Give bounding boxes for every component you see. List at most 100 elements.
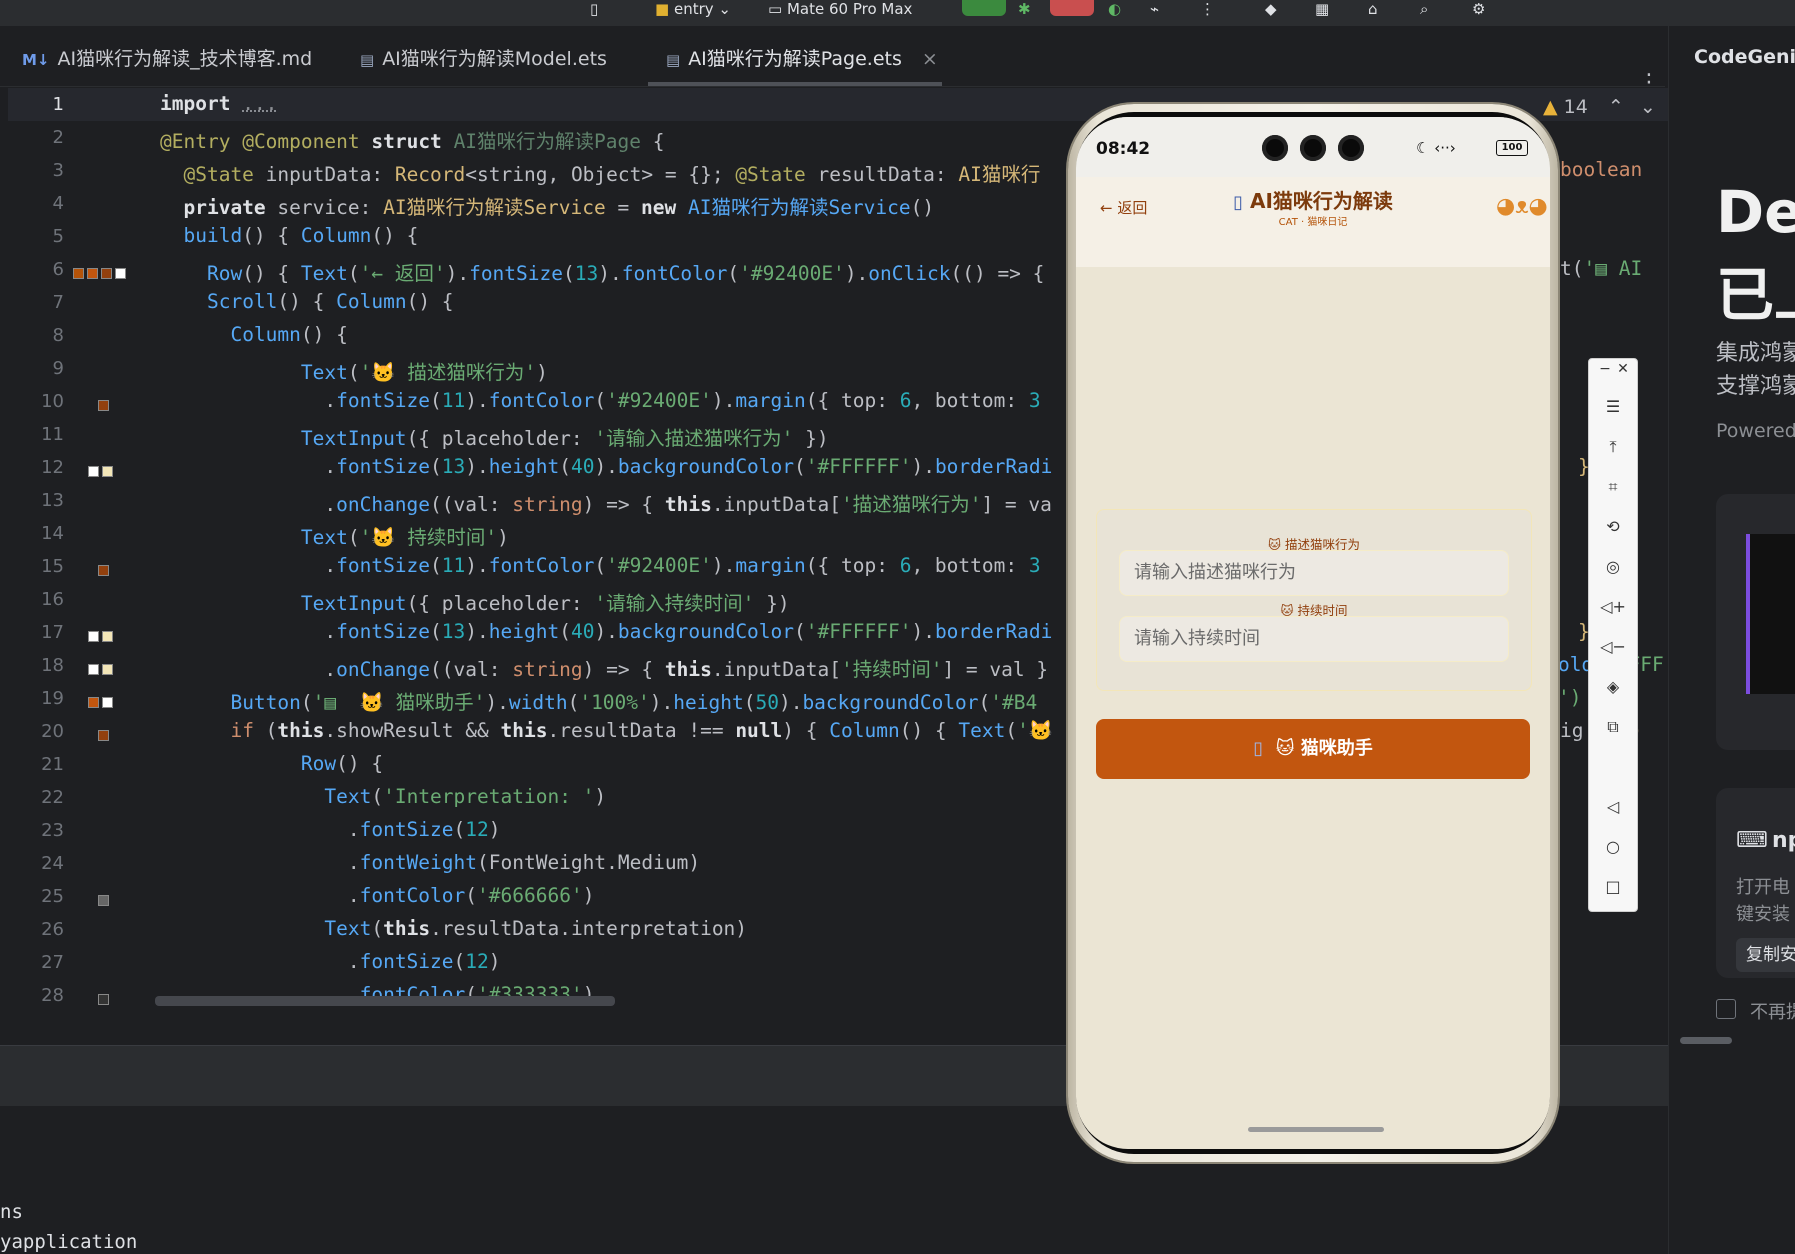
color-swatch-icon[interactable]: [98, 561, 112, 576]
camera-icon: [1338, 135, 1364, 161]
code-line-25: .fontColor('#666666'): [160, 884, 595, 907]
run-config-label: entry: [673, 0, 714, 18]
close-icon[interactable]: ✕: [1599, 361, 1647, 377]
line-number: 1: [52, 94, 64, 115]
line-number: 21: [41, 754, 64, 775]
menu-icon[interactable]: ☰: [1589, 397, 1637, 416]
chevron-down-icon[interactable]: ⌄: [1640, 96, 1656, 118]
dont-show-checkbox[interactable]: [1716, 999, 1736, 1019]
cat-face-icon[interactable]: ◕ᴥ◕: [1496, 193, 1548, 219]
debug-icon[interactable]: ✱: [1018, 0, 1031, 18]
app-subtitle: CAT · 猫咪日记: [1278, 217, 1348, 228]
volume-up-icon[interactable]: ◁+: [1589, 597, 1637, 616]
home-nav-icon[interactable]: ○: [1589, 837, 1637, 856]
code-line-18: .onChange((val: string) => { this.inputD…: [160, 658, 1049, 681]
phone-status-bar: 08:42 ☾ ‹··› 100: [1076, 117, 1550, 177]
top-toolbar: ▯ ■ entry ⌄ ▭ Mate 60 Pro Max ✱ ◐ ⌁ ⋮ ◆ …: [0, 0, 1795, 26]
pin-top-icon[interactable]: ⤒: [1589, 437, 1637, 457]
layout-icon[interactable]: ▦: [1315, 0, 1329, 18]
problems-indicator[interactable]: ▲ 14 ⌃ ⌄: [1543, 96, 1656, 118]
camera-icon: [1262, 135, 1288, 161]
phone-screen[interactable]: 08:42 ☾ ‹··› 100 ← 返回 ▯ AI猫咪行为解读 CAT · 猫…: [1076, 117, 1550, 1149]
tab-label: AI猫咪行为解读_技术博客.md: [57, 48, 313, 70]
horizontal-scrollbar[interactable]: [155, 996, 615, 1006]
assistant-icon[interactable]: ◆: [1265, 0, 1277, 18]
warning-icon: ▲: [1543, 96, 1558, 118]
behavior-input[interactable]: 请输入描述猫咪行为: [1119, 550, 1509, 596]
code-line-11: TextInput({ placeholder: '请输入描述猫咪行为' }): [300, 427, 829, 450]
moon-icon: ☾: [1416, 139, 1430, 157]
np-desc: 键安装: [1736, 904, 1790, 925]
code-line-9: Text('🐱 描述猫咪行为'): [300, 361, 548, 384]
color-swatch-icon[interactable]: [98, 396, 112, 411]
color-swatches-icon[interactable]: [73, 264, 129, 279]
tab-model-ets[interactable]: ▤ AI猫咪行为解读Model.ets: [360, 44, 607, 74]
profile-icon[interactable]: ◐: [1108, 0, 1121, 18]
color-swatches-icon[interactable]: [88, 462, 116, 477]
color-swatch-icon[interactable]: [98, 726, 112, 741]
stop-button[interactable]: [1050, 0, 1094, 16]
cat-helper-button[interactable]: ▯ 🐱 猫咪助手: [1096, 719, 1530, 779]
color-swatches-icon[interactable]: [88, 693, 116, 708]
color-swatch-icon[interactable]: [98, 891, 112, 906]
tab-label: AI猫咪行为解读Model.ets: [382, 48, 607, 70]
line-number: 6: [52, 259, 64, 280]
color-swatch-icon[interactable]: [98, 990, 112, 1005]
home-indicator[interactable]: [1248, 1127, 1384, 1132]
device-select[interactable]: ▭ Mate 60 Pro Max: [768, 0, 912, 18]
run-button[interactable]: [962, 0, 1006, 16]
tab-page-ets[interactable]: ▤ AI猫咪行为解读Page.ets ×: [666, 44, 938, 74]
volume-down-icon[interactable]: ◁−: [1589, 637, 1637, 656]
gear-icon[interactable]: ⚙: [1472, 0, 1485, 18]
code-line-20: if (this.showResult && this.resultData !…: [230, 719, 1054, 742]
code-line-24: .fontWeight(FontWeight.Medium): [160, 851, 701, 874]
color-swatches-icon[interactable]: [88, 627, 116, 642]
run-config-select[interactable]: ■ entry ⌄: [655, 0, 731, 18]
recents-nav-icon[interactable]: □: [1589, 877, 1637, 896]
search-icon[interactable]: ⌕: [1420, 0, 1428, 18]
file-icon: ▤: [360, 51, 375, 69]
fold-icon[interactable]: ◈: [1589, 677, 1637, 696]
tab-blog-md[interactable]: M↓ AI猫咪行为解读_技术博客.md: [22, 44, 312, 74]
device-manager-icon[interactable]: ▯: [590, 0, 598, 18]
codegenie-preview-card[interactable]: [1716, 494, 1795, 750]
code-line-3: @State inputData: Record<string, Object>…: [183, 163, 1041, 186]
code-line-16: TextInput({ placeholder: '请输入持续时间' }): [300, 592, 790, 615]
rotate-icon[interactable]: ⟲: [1589, 517, 1637, 536]
code-line-22: Text('Interpretation: '): [324, 785, 607, 808]
status-time: 08:42: [1096, 139, 1151, 159]
code-line-13: .onChange((val: string) => { this.inputD…: [160, 493, 1052, 516]
codegenie-powered: Powered: [1716, 420, 1795, 442]
markdown-icon: M↓: [22, 51, 50, 69]
duration-input[interactable]: 请输入持续时间: [1119, 616, 1509, 662]
line-number: 18: [41, 655, 64, 676]
line-number: 28: [41, 985, 64, 1006]
attach-icon[interactable]: ⌁: [1150, 0, 1159, 18]
codegenie-np-card[interactable]: ⌨ np 打开电 键安装 复制安: [1716, 788, 1795, 978]
color-swatches-icon[interactable]: [88, 660, 116, 675]
problems-count: 14: [1563, 96, 1588, 118]
line-number: 20: [41, 721, 64, 742]
close-icon[interactable]: ×: [922, 48, 938, 70]
emulator-toolbar: − ✕ ☰ ⤒ ⌗ ⟲ ◎ ◁+ ◁− ◈ ⧉ ◁ ○ □: [1588, 358, 1638, 912]
line-number: 14: [41, 523, 64, 544]
code-line-19: Button('▤ 🐱 猫咪助手').width('100%').height(…: [230, 691, 1038, 714]
more-icon[interactable]: ⋮: [1200, 0, 1215, 18]
code-line-6: Row() { Text('← 返回').fontSize(13).fontCo…: [206, 262, 1045, 285]
record-icon[interactable]: ◎: [1589, 557, 1637, 576]
app-title: ▯ AI猫咪行为解读: [1076, 185, 1550, 214]
hotspot-icon: ‹··›: [1434, 139, 1456, 157]
terminal-output[interactable]: ns yapplication: [0, 1156, 1668, 1254]
codegenie-desc: 集成鸿蒙: [1716, 341, 1795, 366]
multi-screen-icon[interactable]: ⧉: [1589, 717, 1637, 737]
line-number: 17: [41, 622, 64, 643]
screenshot-icon[interactable]: ⌗: [1589, 477, 1637, 497]
code-line-17: .fontSize(13).height(40).backgroundColor…: [160, 620, 1053, 643]
app-title-text: AI猫咪行为解读: [1249, 189, 1393, 213]
terminal-line: yapplication: [0, 1231, 138, 1253]
chevron-up-icon[interactable]: ⌃: [1608, 96, 1624, 118]
back-nav-icon[interactable]: ◁: [1589, 797, 1637, 816]
copy-install-button[interactable]: 复制安: [1736, 938, 1795, 972]
panel-scrollbar[interactable]: [1680, 1037, 1732, 1044]
account-icon[interactable]: ⌂: [1368, 0, 1378, 18]
